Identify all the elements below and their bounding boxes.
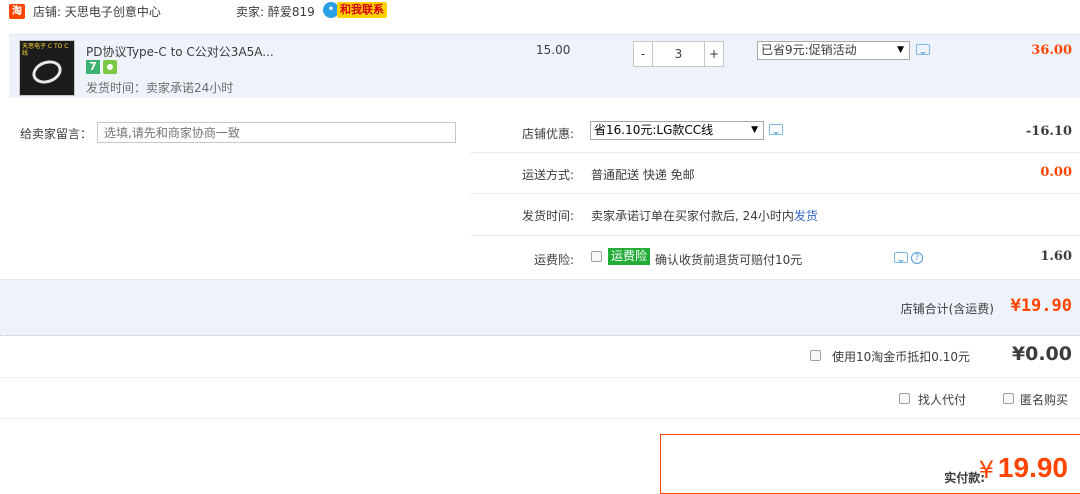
payment-value: 19.90 (997, 452, 1068, 483)
coupon-selected: 省16.10元:LG款CC线 (594, 123, 714, 137)
message-label: 给卖家留言： (20, 127, 93, 141)
divider (470, 235, 1080, 236)
unit-price: 15.00 (536, 43, 571, 57)
insurance-amount: 1.60 (1040, 249, 1072, 264)
ship-time-label: 发货时间: (521, 209, 574, 223)
coins-value: ¥0.00 (1011, 343, 1072, 365)
currency-symbol: ¥ (978, 456, 994, 484)
qty-input[interactable]: 3 (653, 41, 704, 67)
ship-time-text: 卖家承诺订单在买家付款后, 24小时内 (591, 209, 794, 223)
divider (0, 377, 1080, 378)
item-line-total: 36.00 (1031, 43, 1072, 58)
coupon-amount: -16.10 (1025, 124, 1072, 139)
shop-header (0, 0, 1080, 22)
ship-time-link[interactable]: 发货 (794, 209, 818, 223)
divider (0, 418, 1080, 419)
anonymous-checkbox[interactable] (1003, 393, 1014, 404)
service-badge-icon (103, 60, 117, 74)
coupon-info-icon[interactable] (769, 124, 783, 135)
dropdown-arrow-icon: ▼ (751, 125, 758, 135)
proxy-pay-label: 找人代付 (918, 393, 967, 407)
ship-time-note: 发货时间：卖家承诺24小时 (86, 81, 234, 95)
subtotal-label: 店铺合计(含运费) (900, 302, 994, 316)
contact-seller-label: 和我联系 (337, 2, 387, 18)
product-title-link[interactable]: PD协议Type-C to C公对公3A5A... (86, 43, 274, 60)
insurance-chat-icon[interactable] (894, 252, 908, 263)
quantity-stepper: - 3 + (633, 41, 724, 67)
shop-name[interactable]: 店铺: 天思电子创意中心 (33, 3, 161, 20)
contact-seller-button[interactable]: • 和我联系 (323, 1, 387, 19)
coupon-label: 店铺优惠: (521, 127, 574, 141)
anonymous-label: 匿名购买 (1020, 393, 1069, 407)
insurance-badge: 运费险 (608, 248, 651, 265)
insurance-checkbox[interactable] (591, 251, 602, 262)
proxy-pay-checkbox[interactable] (899, 393, 910, 404)
insurance-text: 确认收货前退货可赔付10元 (655, 253, 803, 267)
product-thumbnail[interactable]: 天思电子 C TO C线 (19, 40, 75, 96)
delivery-amount: 0.00 (1040, 165, 1072, 180)
divider (470, 193, 1080, 194)
taobao-logo-icon: 淘 (9, 4, 25, 19)
dropdown-arrow-icon: ▼ (897, 45, 904, 55)
delivery-value: 普通配送 快递 免邮 (591, 168, 695, 182)
qty-increase-button[interactable]: + (704, 41, 724, 67)
coins-label: 使用10淘金币抵扣0.10元 (832, 350, 970, 364)
seven-day-return-icon: 7 (86, 60, 100, 74)
cable-picture (29, 56, 65, 88)
message-input[interactable] (97, 122, 456, 143)
divider (470, 152, 1080, 153)
shop-coupon-select[interactable]: 省16.10元:LG款CC线 ▼ (590, 121, 764, 140)
coins-checkbox[interactable] (810, 350, 821, 361)
subtotal-value: ¥19.90 (1010, 296, 1072, 316)
promotion-selected: 已省9元:促销活动 (761, 43, 857, 57)
qty-decrease-button[interactable]: - (633, 41, 653, 67)
seller-name: 卖家: 醉爱819 (236, 5, 315, 19)
insurance-label: 运费险: (533, 253, 574, 267)
help-icon[interactable]: ? (911, 252, 923, 264)
promotion-select[interactable]: 已省9元:促销活动 ▼ (757, 41, 910, 60)
thumbnail-caption: 天思电子 C TO C线 (22, 43, 69, 57)
delivery-label: 运送方式: (521, 168, 574, 182)
promo-info-icon[interactable] (916, 44, 930, 55)
ship-time-promise: 卖家承诺订单在买家付款后, 24小时内发货 (591, 207, 818, 224)
